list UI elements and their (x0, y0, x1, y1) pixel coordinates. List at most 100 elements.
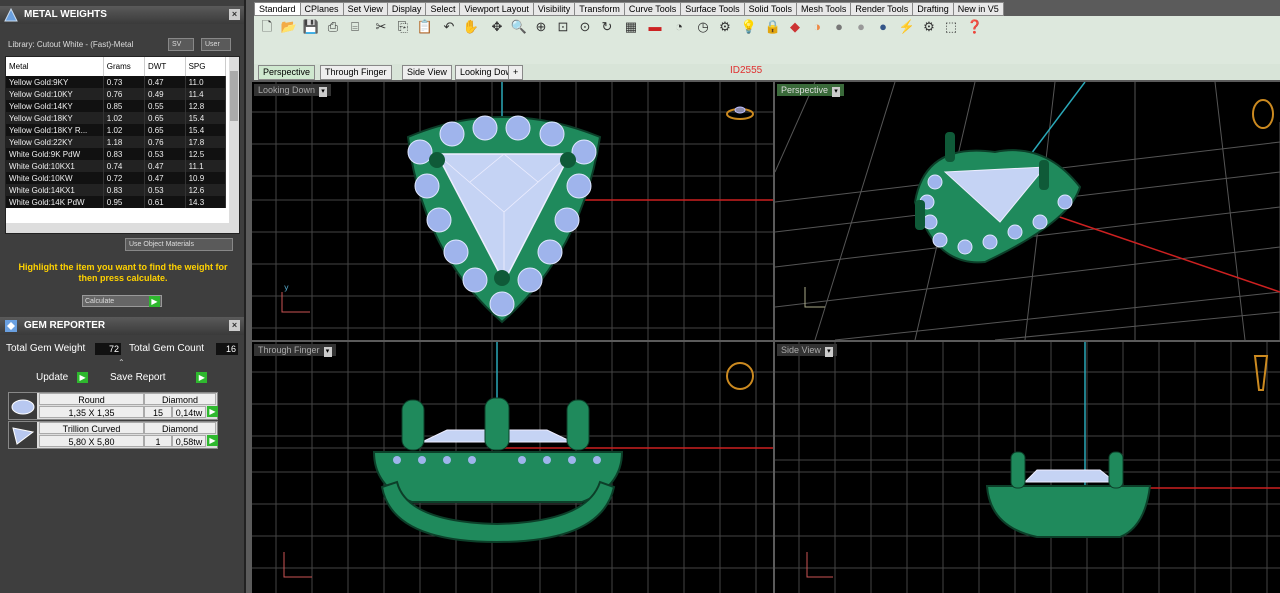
use-object-materials-toggle[interactable]: Use Object Materials (125, 238, 233, 251)
table-row[interactable]: Yellow Gold:9KY 0.73 0.47 11.0 (6, 76, 227, 88)
tab-solid-tools[interactable]: Solid Tools (743, 2, 797, 16)
table-cell: 15.4 (185, 124, 227, 136)
zoom-selected-icon[interactable]: ⊙ (576, 18, 594, 36)
tab-surface-tools[interactable]: Surface Tools (680, 2, 745, 16)
update-button[interactable]: Update ▶ (36, 371, 89, 385)
table-row[interactable]: Yellow Gold:22KY 1.18 0.76 17.8 (6, 136, 227, 148)
new-file-icon[interactable]: 🗋 (258, 18, 276, 36)
viewport-through-finger[interactable]: Through Finger ▾ (252, 342, 773, 593)
view-tab-through-finger[interactable]: Through Finger (320, 65, 392, 80)
chevron-down-icon[interactable]: ▾ (832, 87, 841, 97)
lock-icon[interactable]: 🔒 (764, 18, 782, 36)
zoom-extents-icon[interactable]: ⊡ (554, 18, 572, 36)
tab-mesh-tools[interactable]: Mesh Tools (795, 2, 852, 16)
tab-select[interactable]: Select (425, 2, 461, 16)
save-icon[interactable]: 💾 (302, 18, 320, 36)
tab-viewport-layout[interactable]: Viewport Layout (459, 2, 534, 16)
column-header[interactable]: Metal (6, 57, 104, 76)
camera-icon[interactable]: ◔ (670, 18, 688, 36)
viewport-label[interactable]: Side View ▾ (777, 344, 837, 357)
view-tab-side-view[interactable]: Side View (402, 65, 452, 80)
chevron-down-icon[interactable]: ▾ (319, 87, 328, 97)
viewport-label[interactable]: Perspective ▾ (777, 84, 845, 97)
tab-set-view[interactable]: Set View (342, 2, 388, 16)
chevron-down-icon[interactable]: ▾ (323, 347, 332, 357)
tab-visibility[interactable]: Visibility (532, 2, 576, 16)
tab-standard[interactable]: Standard (254, 2, 301, 16)
viewport-looking-down[interactable]: y Looking Down ▾ (252, 82, 773, 340)
viewport-side-view[interactable]: Side View ▾ (775, 342, 1280, 593)
zoom-window-icon[interactable]: ⊕ (532, 18, 550, 36)
paste-icon[interactable]: 📋 (416, 18, 434, 36)
vertical-scrollbar[interactable] (229, 57, 239, 233)
import-icon[interactable]: ⌸ (346, 18, 364, 36)
collapse-icon[interactable]: ⌃ (118, 359, 126, 367)
play-icon[interactable]: ▶ (196, 372, 208, 383)
print-icon[interactable]: ⎙ (324, 18, 342, 36)
table-row[interactable]: Yellow Gold:18KY R... 1.02 0.65 15.4 (6, 124, 227, 136)
tab-new-in-v5[interactable]: New in V5 (952, 2, 1004, 16)
play-icon[interactable]: ▶ (77, 372, 89, 383)
metal-table[interactable]: Metal Grams DWT SPG Yellow Gold:9KY 0.73 0.47… (5, 56, 240, 234)
tab-curve-tools[interactable]: Curve Tools (623, 2, 682, 16)
pan-hand-icon[interactable]: ✋ (462, 18, 480, 36)
play-icon[interactable]: ▶ (207, 435, 218, 446)
gem-entry-round[interactable]: Round Diamond 1,35 X 1,35 15 0,14tw ▶ (8, 392, 218, 420)
tab-cplanes[interactable]: CPlanes (299, 2, 344, 16)
table-row[interactable]: White Gold:14K PdW 0.95 0.61 14.3 (6, 196, 227, 208)
sv-button[interactable]: SV (168, 38, 194, 51)
table-row[interactable]: Yellow Gold:10KY 0.76 0.49 11.4 (6, 88, 227, 100)
calculate-button[interactable]: Calculate ▶ (82, 295, 162, 307)
viewport-grid-icon[interactable]: ▦ (622, 18, 640, 36)
color-wheel-icon[interactable]: ◑ (808, 18, 826, 36)
select-window-icon[interactable]: ⬚ (942, 18, 960, 36)
settings-icon[interactable]: ⚙ (716, 18, 734, 36)
user-button[interactable]: User (201, 38, 231, 51)
table-row[interactable]: White Gold:10KW 0.72 0.47 10.9 (6, 172, 227, 184)
close-icon[interactable]: × (229, 9, 240, 20)
tab-render-tools[interactable]: Render Tools (850, 2, 914, 16)
play-icon[interactable]: ▶ (207, 406, 218, 417)
play-icon[interactable]: ▶ (149, 296, 160, 307)
column-header[interactable]: SPG (185, 57, 227, 76)
undo-icon[interactable]: ↶ (440, 18, 458, 36)
open-folder-icon[interactable]: 📂 (280, 18, 298, 36)
rotate-view-icon[interactable]: ↻ (598, 18, 616, 36)
chevron-down-icon[interactable]: ▾ (824, 347, 833, 357)
close-icon[interactable]: × (229, 320, 240, 331)
rendered-sphere-icon[interactable]: ● (874, 18, 892, 36)
add-view-tab-icon[interactable]: + (508, 65, 524, 80)
scroll-thumb[interactable] (230, 71, 238, 121)
table-row[interactable]: Yellow Gold:18KY 1.02 0.65 15.4 (6, 112, 227, 124)
table-cell: 0.47 (144, 76, 186, 88)
layer-icon[interactable]: ◆ (786, 18, 804, 36)
move-icon[interactable]: ✥ (488, 18, 506, 36)
copy-icon[interactable]: ⎘ (394, 18, 412, 36)
view-tab-perspective[interactable]: Perspective (258, 65, 316, 80)
light-bulb-icon[interactable]: 💡 (740, 18, 758, 36)
table-row[interactable]: White Gold:14KX1 0.83 0.53 12.6 (6, 184, 227, 196)
gem-entry-trillion[interactable]: Trillion Curved Diamond 5,80 X 5,80 1 0,… (8, 421, 218, 449)
cut-icon[interactable]: ✂ (372, 18, 390, 36)
column-header[interactable]: Grams (103, 57, 146, 76)
gear-icon[interactable]: ⚙ (920, 18, 938, 36)
table-row[interactable]: White Gold:10KX1 0.74 0.47 11.1 (6, 160, 227, 172)
tab-transform[interactable]: Transform (574, 2, 625, 16)
tab-display[interactable]: Display (386, 2, 427, 16)
help-icon[interactable]: ❓ (966, 18, 984, 36)
horizontal-scrollbar[interactable] (6, 223, 229, 233)
column-header[interactable]: DWT (144, 57, 186, 76)
zoom-icon[interactable]: 🔍 (510, 18, 528, 36)
viewport-perspective[interactable]: Perspective ▾ (775, 82, 1280, 340)
viewport-label[interactable]: Looking Down ▾ (254, 84, 332, 97)
table-row[interactable]: Yellow Gold:14KY 0.85 0.55 12.8 (6, 100, 227, 112)
render-sphere-icon[interactable]: ● (830, 18, 848, 36)
tab-drafting[interactable]: Drafting (912, 2, 954, 16)
table-row[interactable]: White Gold:9K PdW 0.83 0.53 12.5 (6, 148, 227, 160)
wand-icon[interactable]: ⚡ (898, 18, 916, 36)
save-report-button[interactable]: Save Report ▶ (110, 371, 208, 385)
viewport-label[interactable]: Through Finger ▾ (254, 344, 336, 357)
car-icon[interactable]: ▬ (646, 18, 664, 36)
clock-icon[interactable]: ◷ (694, 18, 712, 36)
shaded-sphere-icon[interactable]: ● (852, 18, 870, 36)
